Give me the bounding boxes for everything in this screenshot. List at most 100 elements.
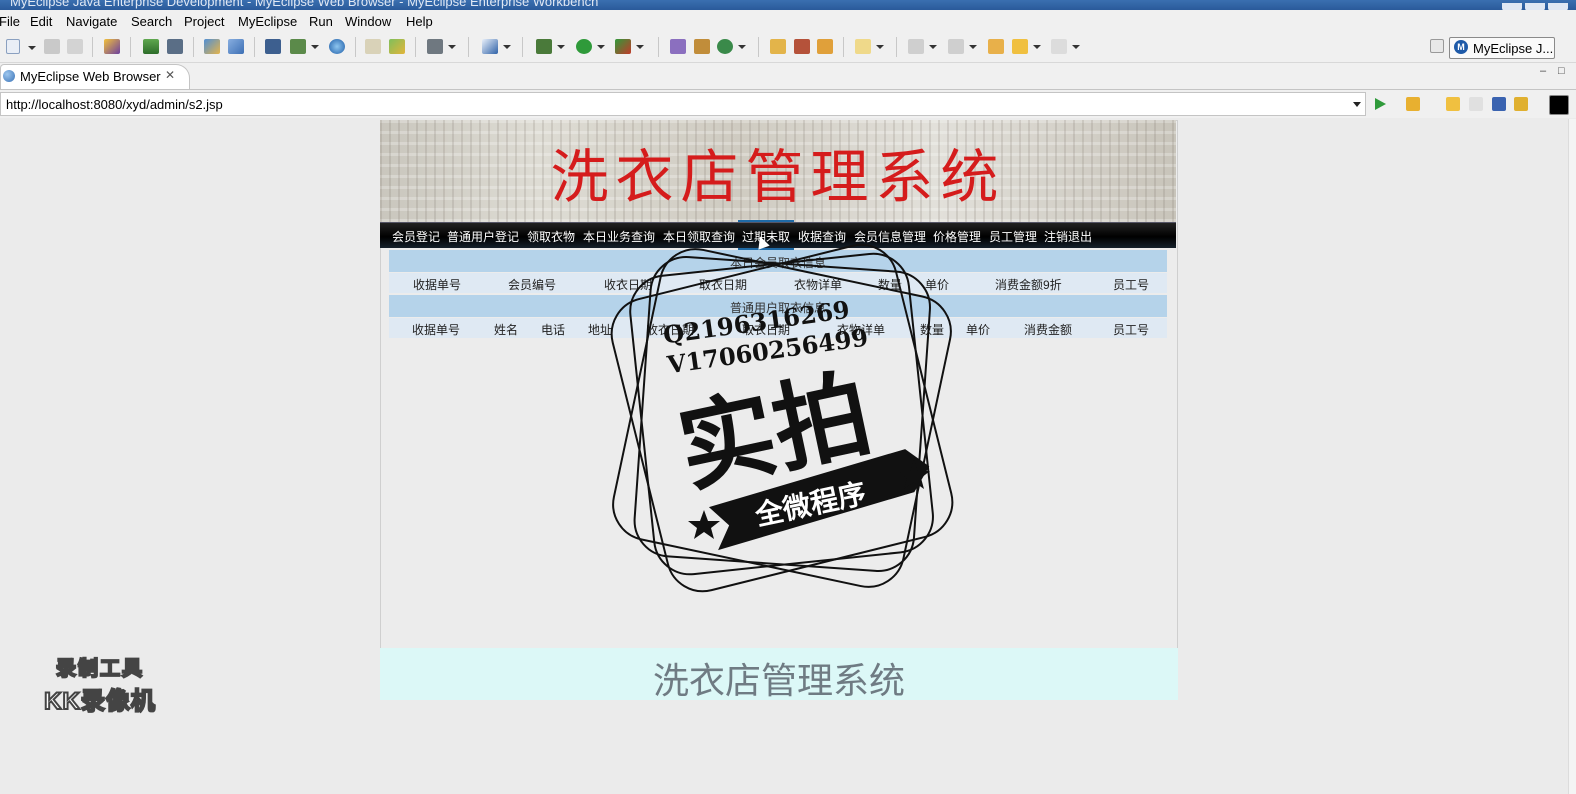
minimize-view-icon[interactable]: – [1540,65,1546,77]
prev-annotation-icon[interactable] [948,39,977,54]
toolbar-separator [522,37,523,57]
new-icon[interactable] [6,39,36,54]
bug-icon[interactable] [143,39,159,54]
nav-user-register[interactable]: 普通用户登记 [447,228,519,245]
nav-collect-clothes[interactable]: 领取衣物 [527,228,575,245]
menu-window[interactable]: Window [345,14,391,29]
toolbar-separator [415,37,416,57]
server-icon[interactable] [167,39,183,54]
forward-icon[interactable] [1051,39,1080,54]
new-package-icon[interactable] [694,39,710,54]
maximize-icon[interactable] [1525,3,1545,10]
minimize-icon[interactable] [1502,3,1522,10]
banner-title: 洗衣店管理系统 [550,143,1006,211]
address-bar: http://localhost:8080/xyd/admin/s2.jsp [0,90,1576,118]
watermark-stamp: Q2196316269 V17060256499 实拍 全微程序 [610,243,954,593]
open-folder-icon[interactable] [365,39,381,54]
globe-icon [3,70,15,82]
pen-icon[interactable] [794,39,810,54]
window-controls[interactable] [1499,0,1568,10]
col-header: 会员编号 [508,278,557,292]
recorder-line1: 录制工具 [55,657,144,681]
toolbar-separator [254,37,255,57]
last-edit-icon[interactable] [988,39,1004,54]
browser-back-icon[interactable] [1446,97,1460,111]
open-perspective-icon[interactable] [1430,39,1444,53]
tab-label: MyEclipse Web Browser [20,69,161,84]
toolbar-separator [193,37,194,57]
view-tab-bar: MyEclipse Web Browser ✕ – □ [0,63,1576,90]
camera-icon[interactable] [427,39,456,54]
col-header: 消费金额 [1024,323,1073,337]
refresh-icon[interactable] [1514,97,1528,111]
toolbar-separator [658,37,659,57]
debug-icon[interactable] [536,39,565,54]
close-icon[interactable]: ✕ [165,68,175,82]
toolbar-separator [843,37,844,57]
perspective-switcher[interactable]: M MyEclipse J... [1449,37,1555,59]
open-task-icon[interactable] [770,39,786,54]
run-server-icon[interactable] [290,39,319,54]
col-header: 电话 [541,323,566,337]
toolbar-separator [468,37,469,57]
browser-forward-icon[interactable] [1469,97,1483,111]
menu-edit[interactable]: Edit [30,14,52,29]
footer-title: 洗衣店管理系统 [652,660,905,701]
url-text: http://localhost:8080/xyd/admin/s2.jsp [6,97,223,112]
go-icon[interactable] [1375,98,1386,110]
tab-web-browser[interactable]: MyEclipse Web Browser ✕ [0,64,190,89]
back-icon[interactable] [1012,39,1041,54]
window-title: MyEclipse Java Enterprise Development - … [10,0,599,9]
folder-icon[interactable] [855,39,884,54]
star-icon [688,510,720,539]
menu-help[interactable]: Help [406,14,433,29]
open-type-icon[interactable] [482,39,511,54]
color-swatch[interactable] [1549,95,1569,115]
new-class-icon[interactable] [717,39,746,54]
save-icon[interactable] [44,39,60,54]
close-window-icon[interactable] [1548,3,1568,10]
browser-settings-icon[interactable] [1406,97,1420,111]
menu-run[interactable]: Run [309,14,333,29]
page-banner: 洗衣店管理系统 [380,120,1176,222]
new-folder-icon[interactable] [389,39,405,54]
myeclipse-icon: M [1454,40,1468,54]
external-tools-icon[interactable] [615,39,644,54]
print-icon[interactable] [67,39,83,54]
wizard-icon[interactable] [204,39,220,54]
menu-project[interactable]: Project [184,14,224,29]
toolbar-separator [130,37,131,57]
toolbar-separator [92,37,93,57]
window-title-bar: MyEclipse Java Enterprise Development - … [0,0,1576,10]
stop-icon[interactable] [1492,97,1506,111]
main-toolbar [0,32,1576,63]
recorder-watermark: 录制工具 KK录像机 [30,652,170,716]
nav-member-register[interactable]: 会员登记 [392,228,440,245]
url-history-dropdown-icon[interactable] [1353,102,1361,111]
col-header: 姓名 [494,323,519,337]
menu-navigate[interactable]: Navigate [66,14,117,29]
recorder-line2: KK录像机 [43,687,156,716]
run-icon[interactable] [576,39,605,54]
menu-myeclipse[interactable]: MyEclipse [238,14,297,29]
toolbar-separator [355,37,356,57]
menu-search[interactable]: Search [131,14,172,29]
maximize-view-icon[interactable]: □ [1558,65,1565,77]
col-header: 单价 [966,323,991,337]
page-footer: 洗衣店管理系统 [380,648,1178,701]
deploy-icon[interactable] [265,39,281,54]
browser-icon[interactable] [329,39,345,54]
new-java-project-icon[interactable] [670,39,686,54]
url-input[interactable]: http://localhost:8080/xyd/admin/s2.jsp [0,92,1366,116]
col-header: 员工号 [1113,323,1150,337]
perspective-label: MyEclipse J... [1473,41,1554,56]
package-icon[interactable] [104,39,120,54]
nav-staff-manage[interactable]: 员工管理 [989,228,1037,245]
vertical-scrollbar[interactable] [1568,119,1576,794]
open-resource-icon[interactable] [817,39,833,54]
col-header: 收据单号 [413,278,462,292]
nav-logout[interactable]: 注销退出 [1044,228,1092,245]
search-wizard-icon[interactable] [228,39,244,54]
menu-file[interactable]: File [0,14,20,29]
next-annotation-icon[interactable] [908,39,937,54]
